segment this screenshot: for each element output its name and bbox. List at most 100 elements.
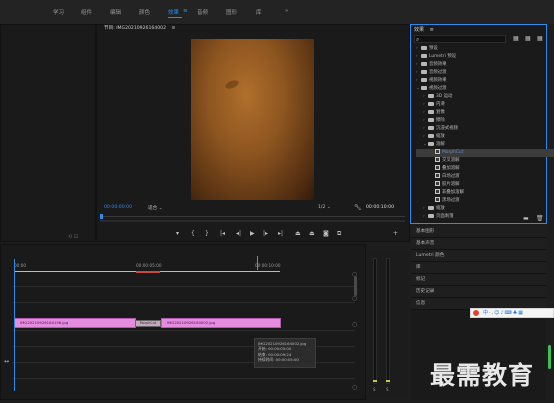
extract-icon[interactable]: ⏏ bbox=[309, 230, 315, 237]
workspace-tab-assembly[interactable]: 组件 bbox=[81, 8, 92, 16]
marker-icon[interactable]: ▾ bbox=[176, 230, 179, 237]
effect-icon bbox=[435, 165, 440, 170]
go-in-icon[interactable]: |◂ bbox=[220, 230, 225, 237]
timeline-clip-1[interactable]: IMG20210926164156.jpg bbox=[14, 318, 136, 328]
ime-toolbar[interactable]: 中·,☺♪⌨♣▦ bbox=[470, 308, 554, 318]
step-fwd-icon[interactable]: |▸ bbox=[263, 230, 268, 237]
workspace-tab-editing[interactable]: 编辑 bbox=[110, 8, 121, 16]
delete-icon[interactable]: 🗑︎ bbox=[536, 215, 544, 222]
effects-item-label: MorphCut bbox=[442, 150, 464, 155]
export-icon[interactable]: ⧉ bbox=[337, 230, 341, 238]
in-icon[interactable]: { bbox=[191, 230, 195, 237]
effects-folder-item[interactable]: › 缩放 bbox=[416, 133, 553, 141]
right-panel-tab[interactable]: 标记 bbox=[411, 274, 546, 286]
program-timecode[interactable]: 00:00:00:00 bbox=[104, 205, 132, 210]
yuv-filter-icon[interactable]: ▦ bbox=[537, 35, 543, 42]
meter-solo-right[interactable]: S bbox=[386, 387, 389, 392]
lift-icon[interactable]: ⏏ bbox=[295, 230, 301, 237]
scroll-handle-icon[interactable]: ○ bbox=[352, 295, 357, 302]
add-icon[interactable]: + bbox=[393, 230, 398, 237]
effects-search-input[interactable]: ⌕ bbox=[414, 35, 506, 43]
source-panel-icons[interactable]: ⟲ ⊡ bbox=[68, 234, 78, 240]
clip-2-label: IMG20210926164002.jpg bbox=[167, 320, 216, 325]
workspace-tab-libraries[interactable]: 库 bbox=[256, 8, 262, 16]
transition-morphcut[interactable]: MorphCut bbox=[135, 320, 161, 327]
folder-icon bbox=[428, 109, 434, 114]
page-scrollbar[interactable] bbox=[548, 345, 551, 369]
go-out-icon[interactable]: ▸| bbox=[278, 230, 283, 237]
effects-item-label: 溶解 bbox=[436, 142, 445, 147]
effects-folder-item[interactable]: › 沉浸式视频 bbox=[416, 125, 553, 133]
effects-folder-item[interactable]: › 缩放 bbox=[416, 205, 553, 213]
out-icon[interactable]: } bbox=[205, 230, 209, 237]
effects-folder-item[interactable]: › 擦除 bbox=[416, 117, 553, 125]
scroll-handle-icon[interactable]: ○ bbox=[352, 321, 357, 328]
workspace-tab-audio[interactable]: 音频 bbox=[197, 8, 208, 16]
effects-item-label: 交叉溶解 bbox=[442, 158, 460, 163]
workspace-bar: 学习 组件 编辑 颜色 效果 ≡ 音频 图形 库 » bbox=[0, 0, 554, 24]
right-panel-tab[interactable]: Lumetri 颜色 bbox=[411, 250, 546, 262]
folder-icon bbox=[421, 61, 427, 66]
effects-folder-item[interactable]: › Lumetri 预设 bbox=[416, 53, 546, 61]
workspace-tab-learn[interactable]: 学习 bbox=[53, 8, 64, 16]
32bit-filter-icon[interactable]: ▦ bbox=[525, 35, 531, 42]
right-panel-tab[interactable]: 历史记录 bbox=[411, 286, 546, 298]
folder-icon bbox=[428, 205, 434, 210]
right-panel-tab[interactable]: 基本图形 bbox=[411, 226, 546, 238]
ruler-label-5s: 00:00:05:00 bbox=[136, 263, 162, 268]
effects-folder-item[interactable]: › 视频效果 bbox=[416, 77, 546, 85]
effects-item-label: 沉浸式视频 bbox=[436, 126, 458, 131]
workspace-overflow-button[interactable]: » bbox=[285, 8, 288, 14]
camera-icon[interactable]: ◙ bbox=[323, 230, 329, 237]
effects-folder-item[interactable]: › 音频效果 bbox=[416, 61, 546, 69]
workspace-menu-icon[interactable]: ≡ bbox=[183, 8, 188, 14]
effects-folder-item[interactable]: › 预设 bbox=[416, 45, 546, 53]
program-scrub-bar[interactable] bbox=[100, 216, 405, 217]
effects-folder-item[interactable]: › 内滑 bbox=[416, 101, 553, 109]
effects-folder-item[interactable]: › 3D 运动 bbox=[416, 93, 553, 101]
effects-effect-item[interactable]: 叠加溶解 bbox=[416, 165, 554, 173]
right-panel-tab[interactable]: 基本声音 bbox=[411, 238, 546, 250]
workspace-tab-color[interactable]: 颜色 bbox=[139, 8, 150, 16]
effects-item-label: 视频效果 bbox=[429, 78, 447, 83]
effects-effect-item[interactable]: 白场过渡 bbox=[416, 173, 554, 181]
workspace-tab-effects[interactable]: 效果 bbox=[168, 8, 179, 16]
effects-effect-item[interactable]: 黑场过渡 bbox=[416, 197, 554, 205]
program-monitor-title: 节目: IMG20210926164002 ≡ bbox=[104, 26, 176, 31]
timeline-clip-2[interactable]: IMG20210926164002.jpg bbox=[161, 318, 281, 328]
effect-icon bbox=[435, 181, 440, 186]
effects-effect-item[interactable]: 胶片溶解 bbox=[416, 181, 554, 189]
track-divider bbox=[12, 330, 355, 331]
folder-icon bbox=[428, 213, 434, 218]
effects-menu-icon[interactable]: ≡ bbox=[430, 27, 434, 33]
effects-folder-item[interactable]: ⌄ 溶解 bbox=[416, 141, 553, 149]
effects-item-label: 缩放 bbox=[436, 134, 445, 139]
effects-effect-item[interactable]: 非叠加溶解 bbox=[416, 189, 554, 197]
timeline-playhead[interactable] bbox=[14, 259, 15, 391]
fit-dropdown[interactable]: 适合 ⌄ bbox=[148, 205, 163, 211]
resolution-dropdown[interactable]: 1/2 ⌄ bbox=[318, 205, 331, 210]
scroll-handle-icon[interactable]: ○ bbox=[352, 384, 357, 391]
track-divider bbox=[12, 286, 355, 287]
program-menu-icon[interactable]: ≡ bbox=[171, 26, 175, 31]
play-icon[interactable]: ▶ bbox=[250, 230, 255, 237]
effects-folder-item[interactable]: › 页面剥落 bbox=[416, 213, 553, 221]
effects-folder-item[interactable]: › 划像 bbox=[416, 109, 553, 117]
folder-icon bbox=[428, 93, 434, 98]
accelerated-filter-icon[interactable]: ▦ bbox=[513, 35, 519, 42]
right-panel-tab[interactable]: 库 bbox=[411, 262, 546, 274]
meter-solo-left[interactable]: S bbox=[373, 387, 376, 392]
timeline-vscroll[interactable] bbox=[354, 276, 357, 296]
track-resize-icon[interactable]: ↔ bbox=[4, 358, 9, 365]
workspace-tab-graphics[interactable]: 图形 bbox=[226, 8, 237, 16]
effects-folder-item[interactable]: › 音频过渡 bbox=[416, 69, 546, 77]
program-zoom-bar[interactable] bbox=[100, 220, 405, 222]
step-back-icon[interactable]: ◂| bbox=[236, 230, 241, 237]
effects-effect-item[interactable]: 交叉溶解 bbox=[416, 157, 554, 165]
effects-effect-item[interactable]: MorphCut bbox=[416, 149, 554, 157]
effects-folder-item[interactable]: ⌄ 视频过渡 bbox=[416, 85, 546, 93]
wrench-icon[interactable]: 🔧︎ bbox=[354, 204, 362, 211]
ime-label: 中·,☺♪⌨♣▦ bbox=[483, 310, 525, 316]
new-bin-icon[interactable]: ▬ bbox=[523, 215, 529, 222]
program-playhead[interactable] bbox=[100, 214, 103, 219]
